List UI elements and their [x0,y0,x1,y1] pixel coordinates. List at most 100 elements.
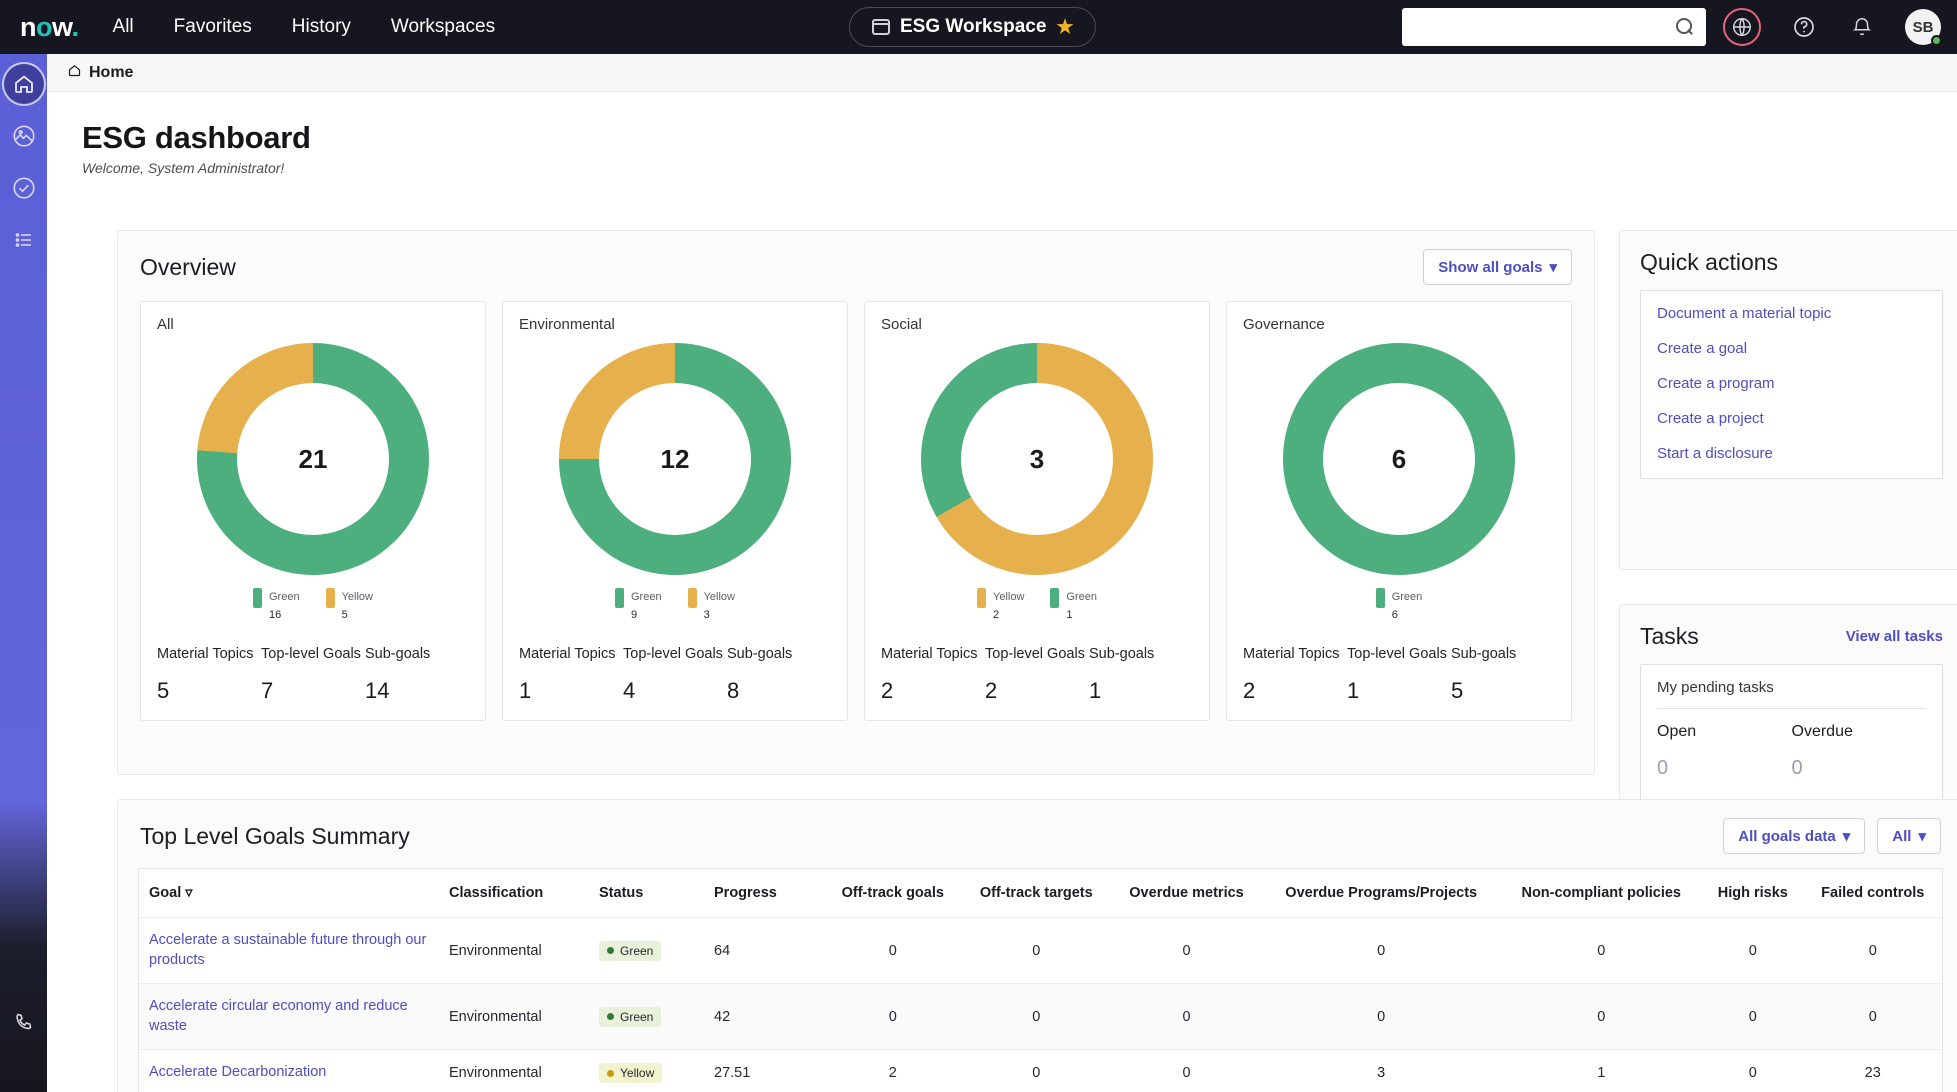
legend-name: Green [1391,591,1423,603]
cell-overdue-programs: 0 [1377,1008,1386,1025]
presence-indicator [1931,35,1942,46]
global-search[interactable] [1402,8,1706,46]
workspace-pill[interactable]: ESG Workspace ★ [849,7,1097,47]
cell-off-track-goals: 2 [888,1065,897,1082]
legend-item: Green 1 [1050,587,1097,624]
column-header-8[interactable]: Non-compliant policies [1500,869,1702,918]
overdue-value[interactable]: 0 [1792,757,1927,780]
legend-item: Green 16 [253,587,300,624]
metric-label: Material Topics [1243,645,1340,662]
rail-check-circle-icon[interactable] [4,168,44,208]
nav-link-all[interactable]: All [113,16,134,38]
metric: Top-level Goals 1 [1347,646,1451,704]
goal-link[interactable]: Accelerate circular economy and reduce w… [149,997,429,1036]
column-header-2[interactable]: Status [589,869,704,918]
legend-swatch-icon [687,588,697,608]
quick-action-link-2[interactable]: Create a program [1657,375,1926,392]
metric: Top-level Goals 7 [261,646,365,704]
metric: Material Topics 1 [519,646,623,704]
metric-value: 7 [261,677,274,703]
donut-chart[interactable]: 6 [1283,343,1515,575]
pending-tasks-label: My pending tasks [1657,679,1926,709]
quick-action-link-4[interactable]: Start a disclosure [1657,445,1926,462]
top-level-goals-panel: Top Level Goals Summary All goals data ▾… [117,799,1957,1092]
legend-swatch-icon [615,588,624,608]
legend-swatch-icon [325,588,335,608]
column-header-7[interactable]: Overdue Programs/Projects [1262,869,1500,918]
metric-value: 1 [519,677,532,703]
column-header-5[interactable]: Off-track targets [962,869,1111,918]
status-badge: Green [599,940,662,961]
now-logo[interactable]: now. [20,13,79,41]
column-header-0[interactable]: Goal ▿ [139,869,439,918]
show-all-goals-label: Show all goals [1438,258,1543,276]
column-header-1[interactable]: Classification [439,869,589,918]
search-icon[interactable] [1676,18,1694,36]
legend-value: 3 [703,609,710,622]
quick-actions-panel: Quick actions Document a material topic C… [1619,230,1957,570]
donut-chart[interactable]: 21 [197,343,429,575]
rail-home-icon[interactable] [3,64,44,104]
quick-action-link-1[interactable]: Create a goal [1657,340,1926,357]
metric-value: 1 [1089,677,1102,703]
nav-link-favorites[interactable]: Favorites [174,16,252,38]
table-row[interactable]: Accelerate Decarbonization Environmental Y… [139,1049,1942,1092]
show-all-goals-button[interactable]: Show all goals ▾ [1423,249,1572,285]
globe-icon[interactable] [1723,8,1761,46]
star-icon[interactable]: ★ [1056,16,1073,39]
chart-legend: Green 9 Yellow 3 [519,587,831,624]
cell-overdue-programs: 0 [1377,942,1386,959]
column-header-9[interactable]: High risks [1702,869,1803,918]
goals-table: Goal ▿ Classification Status Progress Off-tr… [139,869,1942,1092]
column-header-10[interactable]: Failed controls [1803,869,1942,918]
user-avatar[interactable]: SB [1905,9,1942,46]
cell-progress: 27.51 [714,1065,751,1082]
legend-name: Yellow [993,591,1025,603]
legend-swatch-icon [253,588,262,608]
nav-link-history[interactable]: History [292,16,351,38]
card-title: Social [881,316,922,333]
donut-chart[interactable]: 12 [559,343,791,575]
cell-progress: 64 [714,942,731,959]
notification-bell-icon[interactable] [1847,12,1877,42]
status-badge: Yellow [599,1063,663,1084]
column-header-4[interactable]: Off-track goals [824,869,962,918]
workspace-label: ESG Workspace [900,16,1047,37]
quick-action-link-0[interactable]: Document a material topic [1657,305,1926,322]
goal-link[interactable]: Accelerate Decarbonization [149,1063,326,1083]
donut-chart[interactable]: 3 [921,343,1153,575]
quick-action-link-3[interactable]: Create a project [1657,410,1926,427]
metric-label: Sub-goals [1451,645,1517,662]
goal-link[interactable]: Accelerate a sustainable future through … [149,931,429,970]
view-all-tasks-link[interactable]: View all tasks [1846,628,1943,645]
status-dot-icon [607,947,614,955]
workspace-window-icon [872,19,890,35]
all-goals-data-button[interactable]: All goals data ▾ [1723,818,1866,854]
legend-swatch-icon [1050,588,1060,608]
table-row[interactable]: Accelerate a sustainable future through … [139,917,1942,984]
cell-non-compliant-policies: 0 [1597,942,1606,959]
help-icon[interactable] [1789,12,1819,42]
table-row[interactable]: Accelerate circular economy and reduce w… [139,983,1942,1050]
column-header-3[interactable]: Progress [704,869,824,918]
overview-card-environmental: Environmental 12 Green 9 Yellow 3 Material Top… [502,301,848,721]
cell-non-compliant-policies: 0 [1597,1008,1606,1025]
nav-link-workspaces[interactable]: Workspaces [391,16,495,38]
status-dot-icon [607,1069,614,1077]
rail-images-icon[interactable] [4,116,44,156]
rail-phone-icon[interactable] [4,1002,44,1042]
quick-actions-title: Quick actions [1640,249,1779,275]
column-header-6[interactable]: Overdue metrics [1111,869,1262,918]
search-input[interactable] [1414,18,1676,36]
open-label: Open [1657,723,1697,740]
open-value[interactable]: 0 [1657,757,1792,780]
rail-list-icon[interactable] [4,220,44,260]
table-body: Accelerate a sustainable future through … [139,917,1942,1092]
all-filter-button[interactable]: All ▾ [1877,818,1941,854]
chevron-down-icon: ▾ [1842,828,1851,845]
status-dot-icon [607,1013,614,1021]
cell-high-risks: 0 [1748,1008,1757,1025]
donut-center-value: 6 [1323,383,1475,535]
card-metrics: Material Topics 2 Top-level Goals 1 Sub-goal… [1243,646,1555,704]
breadcrumb-home[interactable]: Home [89,64,133,82]
